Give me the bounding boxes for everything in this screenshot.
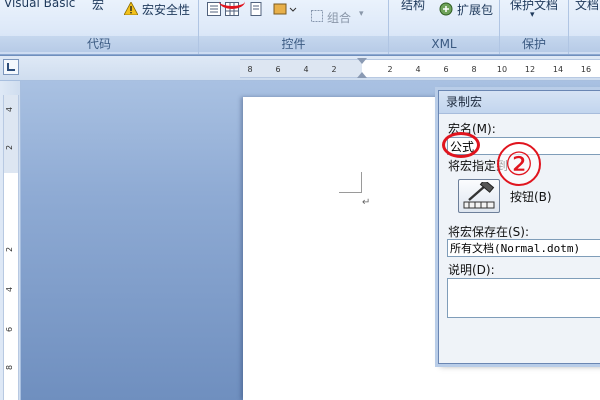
macro-button[interactable]: 宏 [92,0,104,13]
annotation-circle-macro-name [442,132,480,158]
annotation-step-number: ② [497,142,541,186]
ribbon-group-protect: 保护文档 ▾ 保护 [500,0,569,54]
horizontal-ruler: 8 6 4 2 2 4 6 8 10 12 14 16 [0,56,600,81]
protect-dropdown-arrow[interactable]: ▾ [530,10,535,20]
tools-dropdown-icon[interactable] [273,2,297,16]
combine-button[interactable]: 组合 [327,9,351,26]
vertical-ruler-number: 4 [5,286,15,293]
hanging-indent-handle[interactable] [357,72,367,78]
description-textarea[interactable] [447,278,600,318]
vertical-ruler: 4 2 2 4 6 8 [0,81,21,400]
ruler-number: 2 [331,65,337,74]
ruler-scale[interactable]: 8 6 4 2 2 4 6 8 10 12 14 16 [240,59,600,78]
description-label: 说明(D): [448,263,495,277]
group-label-protect: 保护 [500,36,568,52]
vertical-ruler-number: 6 [5,326,15,333]
group-label-xml: XML [389,36,499,52]
ruler-margin-left [240,60,362,77]
ribbon: Visual Basic 宏 宏安全性 代码 组合 ▾ 控件 结构 扩展包 XM… [0,0,600,55]
page-margin-corner-mark [339,172,362,193]
expansion-pack-icon [439,2,453,16]
ruler-number: 6 [443,65,449,74]
group-label-extra [569,36,600,52]
ruler-number: 4 [303,65,309,74]
structure-button[interactable]: 结构 [401,0,425,13]
ruler-number: 10 [496,65,508,74]
vertical-ruler-number: 2 [5,246,15,253]
combine-dropdown-arrow[interactable]: ▾ [359,9,364,19]
ribbon-group-code: Visual Basic 宏 宏安全性 代码 [0,0,199,54]
button-option-label[interactable]: 按钮(B) [510,188,552,205]
tab-selector-icon[interactable] [3,59,19,75]
ruler-number: 12 [524,65,536,74]
vertical-ruler-scale[interactable]: 4 2 2 4 6 8 [3,95,19,400]
ruler-number: 16 [580,65,592,74]
store-macro-in-label: 将宏保存在(S): [448,225,530,239]
expansion-pack-button[interactable]: 扩展包 [457,1,493,18]
store-macro-in-select[interactable]: 所有文档(Normal.dotm) [447,239,600,257]
ribbon-group-xml: 结构 扩展包 XML [389,0,500,54]
ruler-number: 14 [552,65,564,74]
paragraph-mark-icon: ↵ [362,197,371,208]
warning-icon [123,1,139,16]
ribbon-group-extra: 文档 [569,0,600,54]
macro-security-button[interactable]: 宏安全性 [142,1,190,18]
document-control-icon[interactable] [249,2,263,16]
ruler-number: 8 [247,65,253,74]
group-label-controls: 控件 [199,36,388,52]
vertical-ruler-number: 8 [5,364,15,371]
visual-basic-button[interactable]: Visual Basic [4,0,75,10]
extra-group-label-top[interactable]: 文档 [575,0,599,13]
group-objects-icon[interactable] [311,10,323,22]
vertical-ruler-number: 4 [5,106,15,113]
ruler-number: 4 [415,65,421,74]
ruler-number: 8 [471,65,477,74]
hammer-icon [463,179,495,210]
ruler-number: 6 [275,65,281,74]
vertical-ruler-number: 2 [5,144,15,151]
assign-button-button[interactable] [458,179,500,213]
first-line-indent-handle[interactable] [357,58,367,64]
dialog-title: 录制宏 [439,91,600,114]
ruler-number: 2 [387,65,393,74]
group-label-code: 代码 [0,36,198,52]
